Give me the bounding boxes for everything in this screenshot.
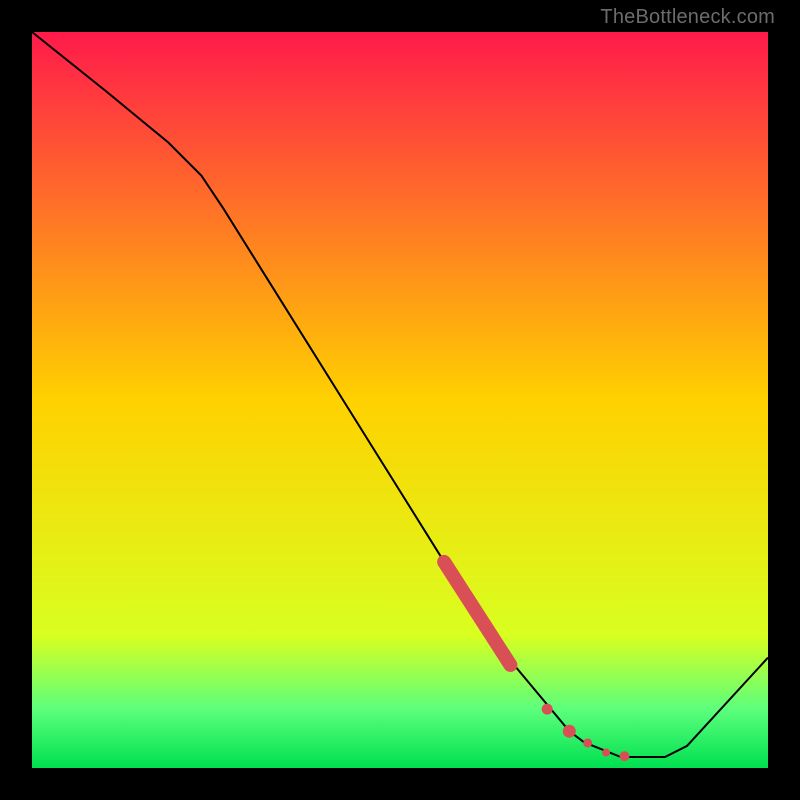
highlight-dot bbox=[602, 749, 610, 757]
highlight-dot bbox=[583, 738, 592, 747]
highlight-dot bbox=[619, 751, 629, 761]
chart-frame: TheBottleneck.com bbox=[0, 0, 800, 800]
highlight-dot bbox=[542, 704, 553, 715]
chart-background-gradient bbox=[32, 32, 768, 768]
watermark-label: TheBottleneck.com bbox=[600, 6, 775, 29]
chart-plot-area bbox=[32, 32, 768, 768]
highlight-dot bbox=[563, 725, 576, 738]
chart-svg bbox=[32, 32, 768, 768]
